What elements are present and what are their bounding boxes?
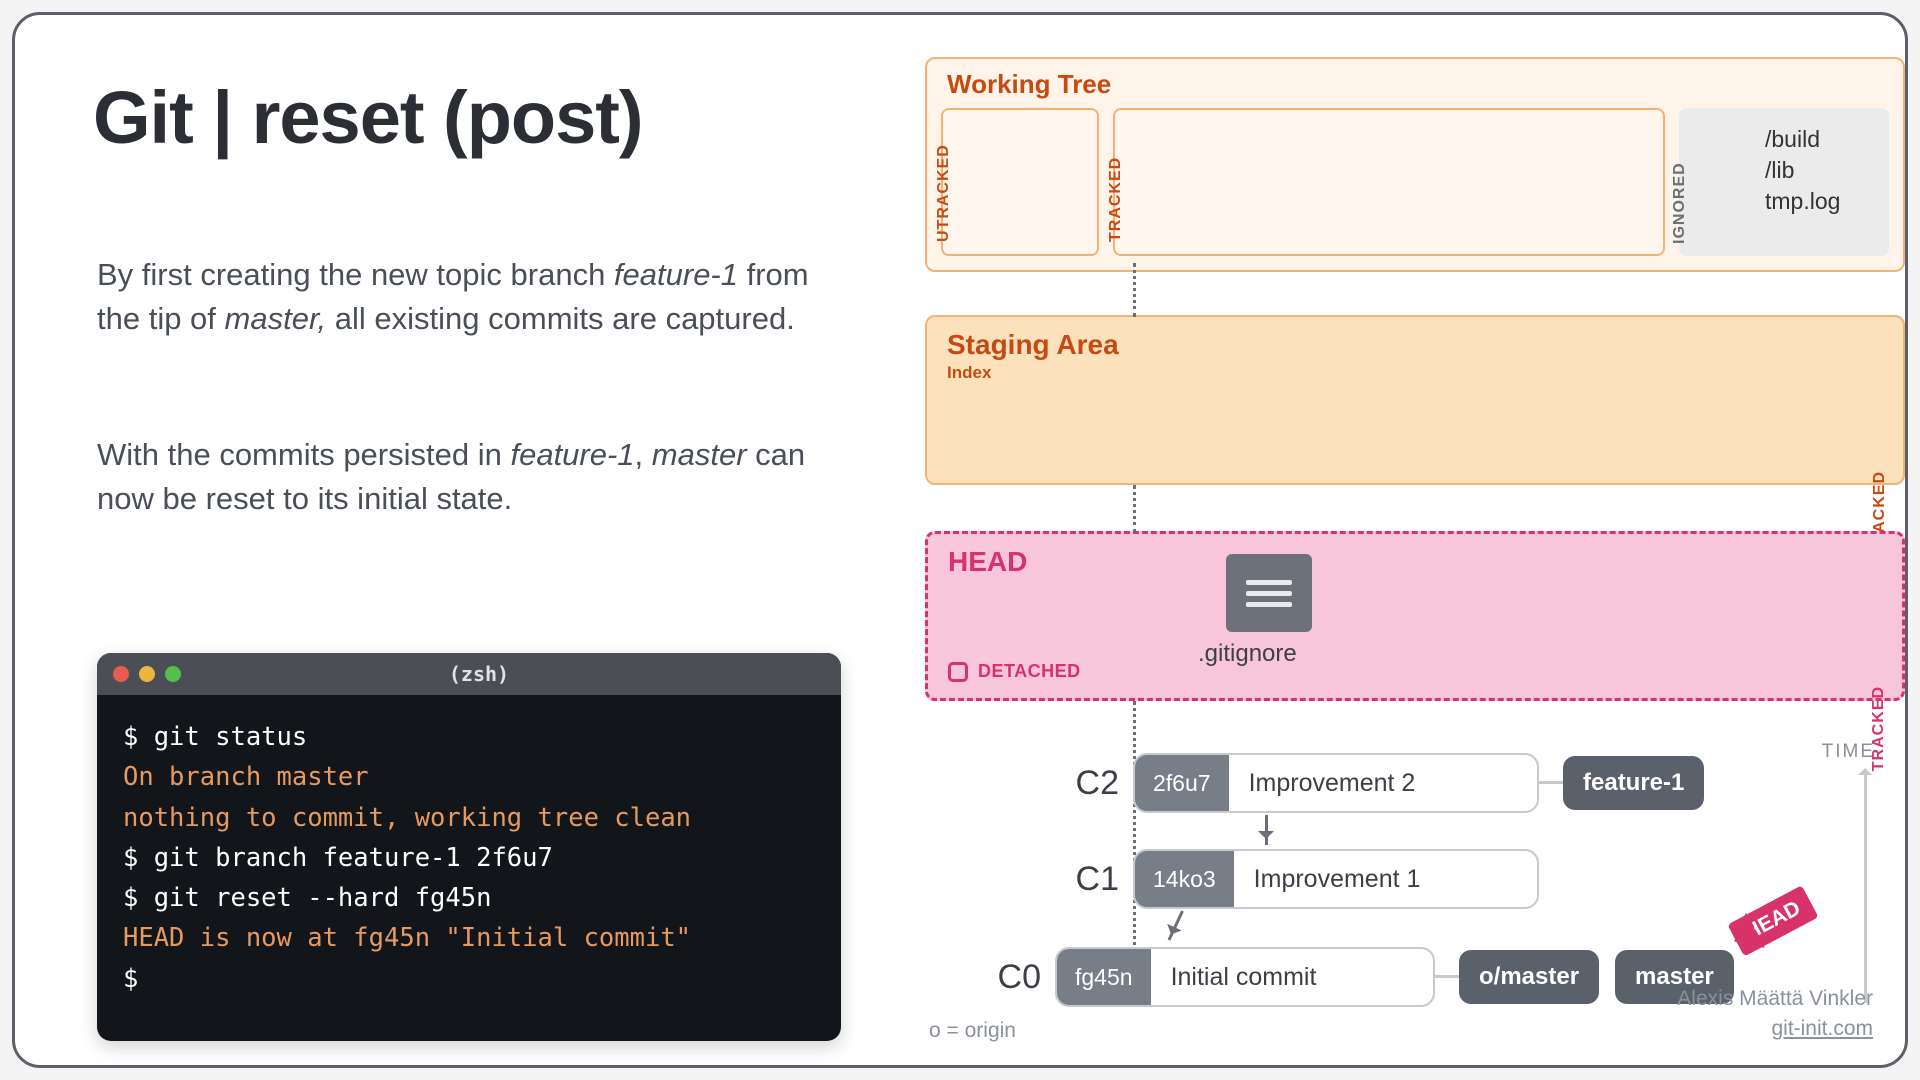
untracked-box: UTRACKED bbox=[941, 108, 1099, 256]
staging-subtitle: Index bbox=[947, 363, 1903, 383]
tracked-label: TRACKED bbox=[1107, 157, 1125, 242]
zoom-icon[interactable] bbox=[165, 666, 181, 682]
commit-message: Improvement 2 bbox=[1229, 769, 1436, 798]
detached-label: DETACHED bbox=[978, 661, 1081, 682]
arrow-c2-c1 bbox=[1265, 815, 1268, 845]
commit-sha: 14ko3 bbox=[1135, 851, 1234, 907]
checkbox-icon bbox=[948, 662, 968, 682]
ignored-file: tmp.log bbox=[1765, 186, 1840, 217]
ignored-file: /build bbox=[1765, 124, 1840, 155]
arrow-c1-c0 bbox=[1168, 910, 1184, 940]
credit-name: Alexis Määttä Vinkler bbox=[1677, 984, 1873, 1013]
commit-row-c2: C2 2f6u7 Improvement 2 feature-1 bbox=[925, 753, 1905, 813]
terminal-title: (zsh) bbox=[191, 662, 767, 686]
emphasis: feature-1 bbox=[614, 257, 738, 292]
ignored-file: /lib bbox=[1765, 155, 1840, 186]
commit-number: C0 bbox=[925, 958, 1055, 997]
page-title: Git | reset (post) bbox=[93, 75, 643, 160]
head-title: HEAD bbox=[948, 546, 1902, 578]
terminal-line: $ git branch feature-1 2f6u7 bbox=[123, 838, 815, 878]
staging-area-box: Staging Area Index TRACKED bbox=[925, 315, 1905, 485]
close-icon[interactable] bbox=[113, 666, 129, 682]
text: , bbox=[635, 437, 652, 472]
commit-sha: 2f6u7 bbox=[1135, 755, 1229, 811]
commit-message: Initial commit bbox=[1151, 963, 1337, 992]
commit-row-c1: C1 14ko3 Improvement 1 bbox=[925, 849, 1905, 909]
file-icon bbox=[1226, 554, 1312, 632]
slide-stage: Git | reset (post) By first creating the… bbox=[12, 12, 1908, 1068]
terminal-line: $ git reset --hard fg45n bbox=[123, 878, 815, 918]
commit-pill: 2f6u7 Improvement 2 bbox=[1133, 753, 1539, 813]
commit-number: C1 bbox=[925, 860, 1133, 899]
credit: Alexis Määttä Vinkler git-init.com bbox=[1677, 984, 1873, 1043]
terminal-body: $ git status On branch master nothing to… bbox=[97, 695, 841, 1021]
head-box: HEAD DETACHED .gitignore TRACKED bbox=[925, 531, 1905, 701]
emphasis: master, bbox=[225, 301, 327, 336]
terminal-line: On branch master bbox=[123, 757, 815, 797]
commit-number: C2 bbox=[925, 764, 1133, 803]
terminal-line: HEAD is now at fg45n "Initial commit" bbox=[123, 918, 815, 958]
branch-chip-feature-1: feature-1 bbox=[1563, 756, 1704, 810]
working-tree-box: Working Tree UTRACKED TRACKED IGNORED /b… bbox=[925, 57, 1905, 272]
staging-title: Staging Area bbox=[947, 329, 1903, 361]
remote-chip-omaster: o/master bbox=[1459, 950, 1599, 1004]
working-tree-title: Working Tree bbox=[941, 59, 1889, 108]
terminal-line: $ bbox=[123, 959, 815, 999]
commit-message: Improvement 1 bbox=[1234, 865, 1441, 894]
commit-pill: fg45n Initial commit bbox=[1055, 947, 1435, 1007]
text: With the commits persisted in bbox=[97, 437, 510, 472]
terminal-titlebar: (zsh) bbox=[97, 653, 841, 695]
terminal-line: $ git status bbox=[123, 717, 815, 757]
ignored-label: IGNORED bbox=[1671, 162, 1689, 244]
detached-indicator: DETACHED bbox=[948, 661, 1081, 682]
terminal-line: nothing to commit, working tree clean bbox=[123, 798, 815, 838]
untracked-label: UTRACKED bbox=[935, 144, 953, 242]
time-axis bbox=[1864, 771, 1867, 1003]
connector-dotted bbox=[1133, 701, 1136, 977]
text: all existing commits are captured. bbox=[326, 301, 795, 336]
gitignore-label: .gitignore bbox=[1198, 640, 1297, 668]
paragraph-1: By first creating the new topic branch f… bbox=[97, 253, 817, 341]
commit-pill: 14ko3 Improvement 1 bbox=[1133, 849, 1539, 909]
credit-site[interactable]: git-init.com bbox=[1677, 1014, 1873, 1043]
ignored-files: /build /lib tmp.log bbox=[1765, 124, 1840, 217]
terminal-window: (zsh) $ git status On branch master noth… bbox=[97, 653, 841, 1041]
ignored-box: IGNORED /build /lib tmp.log bbox=[1679, 108, 1889, 256]
paragraph-2: With the commits persisted in feature-1,… bbox=[97, 433, 817, 521]
minimize-icon[interactable] bbox=[139, 666, 155, 682]
emphasis: feature-1 bbox=[510, 437, 634, 472]
emphasis: master bbox=[652, 437, 747, 472]
connector bbox=[1539, 781, 1563, 785]
time-label: TIME bbox=[1822, 741, 1875, 763]
origin-legend: o = origin bbox=[929, 1019, 1016, 1043]
text: By first creating the new topic branch bbox=[97, 257, 614, 292]
connector-dotted bbox=[1133, 485, 1136, 533]
commit-sha: fg45n bbox=[1057, 949, 1151, 1005]
connector-dotted bbox=[1133, 263, 1136, 317]
tracked-box: TRACKED bbox=[1113, 108, 1665, 256]
connector bbox=[1435, 975, 1459, 979]
